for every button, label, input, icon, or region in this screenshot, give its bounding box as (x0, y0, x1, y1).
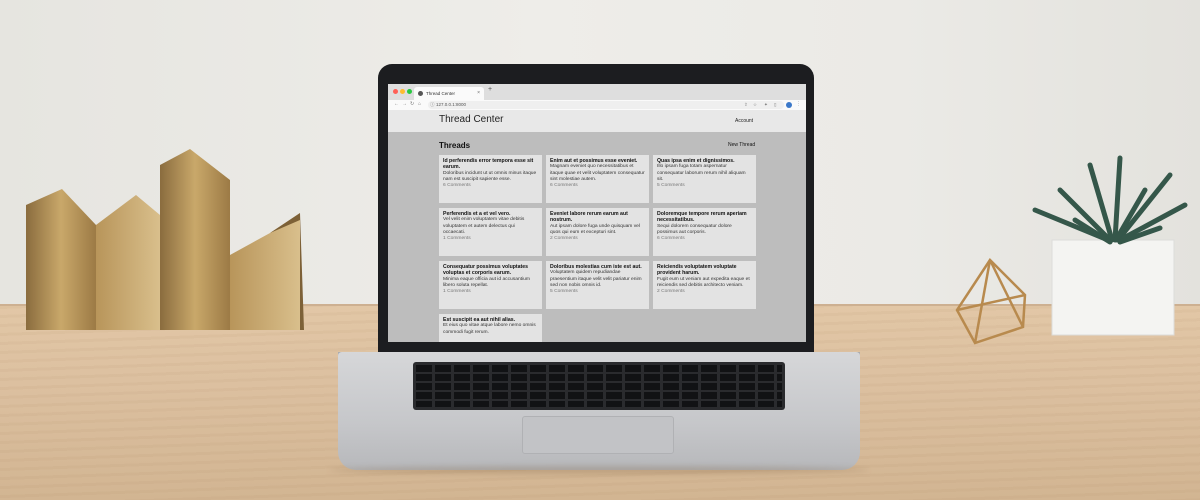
zoom-window-button[interactable] (407, 89, 412, 94)
potted-plant (1032, 155, 1188, 336)
thread-title[interactable]: Consequatur possimus voluptates voluptas… (443, 264, 538, 277)
laptop-screen: Thread Center × + ← → ↻ ⌂ ⓘ 127.0.0.1:80… (388, 84, 806, 342)
thread-title[interactable]: Id perferendis error tempora esse sit ea… (443, 158, 538, 171)
menu-icon[interactable]: ⋮ (796, 101, 801, 107)
back-icon[interactable]: ← (394, 101, 399, 107)
tab-title: Thread Center (426, 91, 456, 96)
star-icon[interactable]: ☆ (753, 101, 757, 109)
browser-toolbar: ← → ↻ ⌂ ⓘ 127.0.0.1:8000 ⇪ ☆ ✦ ▯ ⋮ (388, 100, 806, 110)
thread-card[interactable]: Id perferendis error tempora esse sit ea… (439, 155, 542, 203)
thread-comment-count: 5 Comments (550, 289, 578, 295)
forward-icon[interactable]: → (402, 101, 407, 107)
thread-comment-count: 6 Comments (443, 183, 471, 189)
browser-tab-bar: Thread Center × + (388, 84, 806, 100)
thread-comment-count: 2 Comments (550, 236, 578, 242)
keyboard-keys (416, 365, 782, 407)
thread-title[interactable]: Eveniet labore rerum earum aut nostrum. (550, 211, 645, 224)
thread-card[interactable]: Consequatur possimus voluptates voluptas… (439, 261, 542, 309)
thread-excerpt: Et eius quo vitae atque labore nemo omni… (443, 323, 536, 335)
thread-comment-count: 5 Comments (657, 183, 685, 189)
thread-excerpt: Doloribus incidunt ut ut omnis minus ita… (443, 170, 537, 182)
thread-excerpt: Voluptatem quidem repudiandae praesentiu… (550, 270, 642, 288)
thread-comment-count: 2 Comments (657, 289, 685, 295)
extensions-icon[interactable]: ✦ (764, 101, 768, 109)
thread-excerpt: Fugit eum ut veniam aut expedita eaque e… (657, 276, 750, 288)
geometric-ornament (955, 258, 1027, 345)
thread-excerpt: Sequi dolorem consequatur dolore possimu… (657, 223, 732, 235)
new-tab-button[interactable]: + (488, 86, 492, 93)
thread-title[interactable]: Reiciendis voluptatem voluptate providen… (657, 264, 752, 277)
close-window-button[interactable] (393, 89, 398, 94)
trackpad (522, 416, 674, 454)
thread-card[interactable]: Enim aut et possimus esse eveniet. Magna… (546, 155, 649, 203)
new-thread-button[interactable]: New Thread (728, 142, 755, 148)
lock-icon: ⓘ (430, 102, 435, 107)
thread-excerpt: Illo ipsam fuga totam aspernatur consequ… (657, 164, 746, 182)
url-text: 127.0.0.1:8000 (436, 102, 467, 107)
tab-close-icon[interactable]: × (477, 87, 480, 100)
thread-card[interactable]: Doloremque tempore rerum aperiam necessi… (653, 208, 756, 256)
thread-comment-count: 1 Comments (443, 236, 471, 242)
browser-tab[interactable]: Thread Center × (414, 87, 484, 100)
app-title[interactable]: Thread Center (439, 114, 503, 125)
thread-card[interactable]: Reiciendis voluptatem voluptate providen… (653, 261, 756, 309)
home-icon[interactable]: ⌂ (418, 101, 421, 107)
favicon (418, 91, 423, 96)
thread-card[interactable]: Quas ipsa enim et dignissimos. Illo ipsa… (653, 155, 756, 203)
thread-card[interactable]: Doloribus molestias cum iste est aut. Vo… (546, 261, 649, 309)
sidebar-icon[interactable]: ▯ (774, 101, 776, 109)
app-header: Thread Center Account (388, 110, 806, 132)
thread-comment-count: 6 Comments (657, 236, 685, 242)
thread-comment-count: 1 Comments (443, 289, 471, 295)
thread-excerpt: Magnam eveniet quo necessitatibus et ita… (550, 164, 645, 182)
laptop-shadow (330, 466, 868, 474)
share-icon[interactable]: ⇪ (744, 101, 748, 109)
address-bar[interactable]: ⓘ 127.0.0.1:8000 ⇪ ☆ ✦ ▯ (428, 101, 784, 109)
thread-comment-count: 6 Comments (550, 183, 578, 189)
thread-excerpt: Aut ipsam dolore fuga unde quisquam vel … (550, 223, 640, 235)
thread-card[interactable]: Eveniet labore rerum earum aut nostrum. … (546, 208, 649, 256)
reload-icon[interactable]: ↻ (410, 101, 414, 107)
brass-vase (26, 149, 304, 330)
thread-excerpt: Minima eaque officia aut id accusantium … (443, 276, 530, 288)
thread-title[interactable]: Doloremque tempore rerum aperiam necessi… (657, 211, 752, 224)
minimize-window-button[interactable] (400, 89, 405, 94)
threads-heading: Threads (439, 141, 471, 150)
thread-card[interactable]: Perferendis et a et vel vero. Vel velit … (439, 208, 542, 256)
thread-card[interactable]: Est suscipit ea aut nihil alias. Et eius… (439, 314, 542, 342)
profile-avatar[interactable] (786, 102, 792, 108)
account-link[interactable]: Account (735, 118, 753, 124)
thread-excerpt: Vel velit enim voluptatem vitae debitis … (443, 217, 525, 235)
